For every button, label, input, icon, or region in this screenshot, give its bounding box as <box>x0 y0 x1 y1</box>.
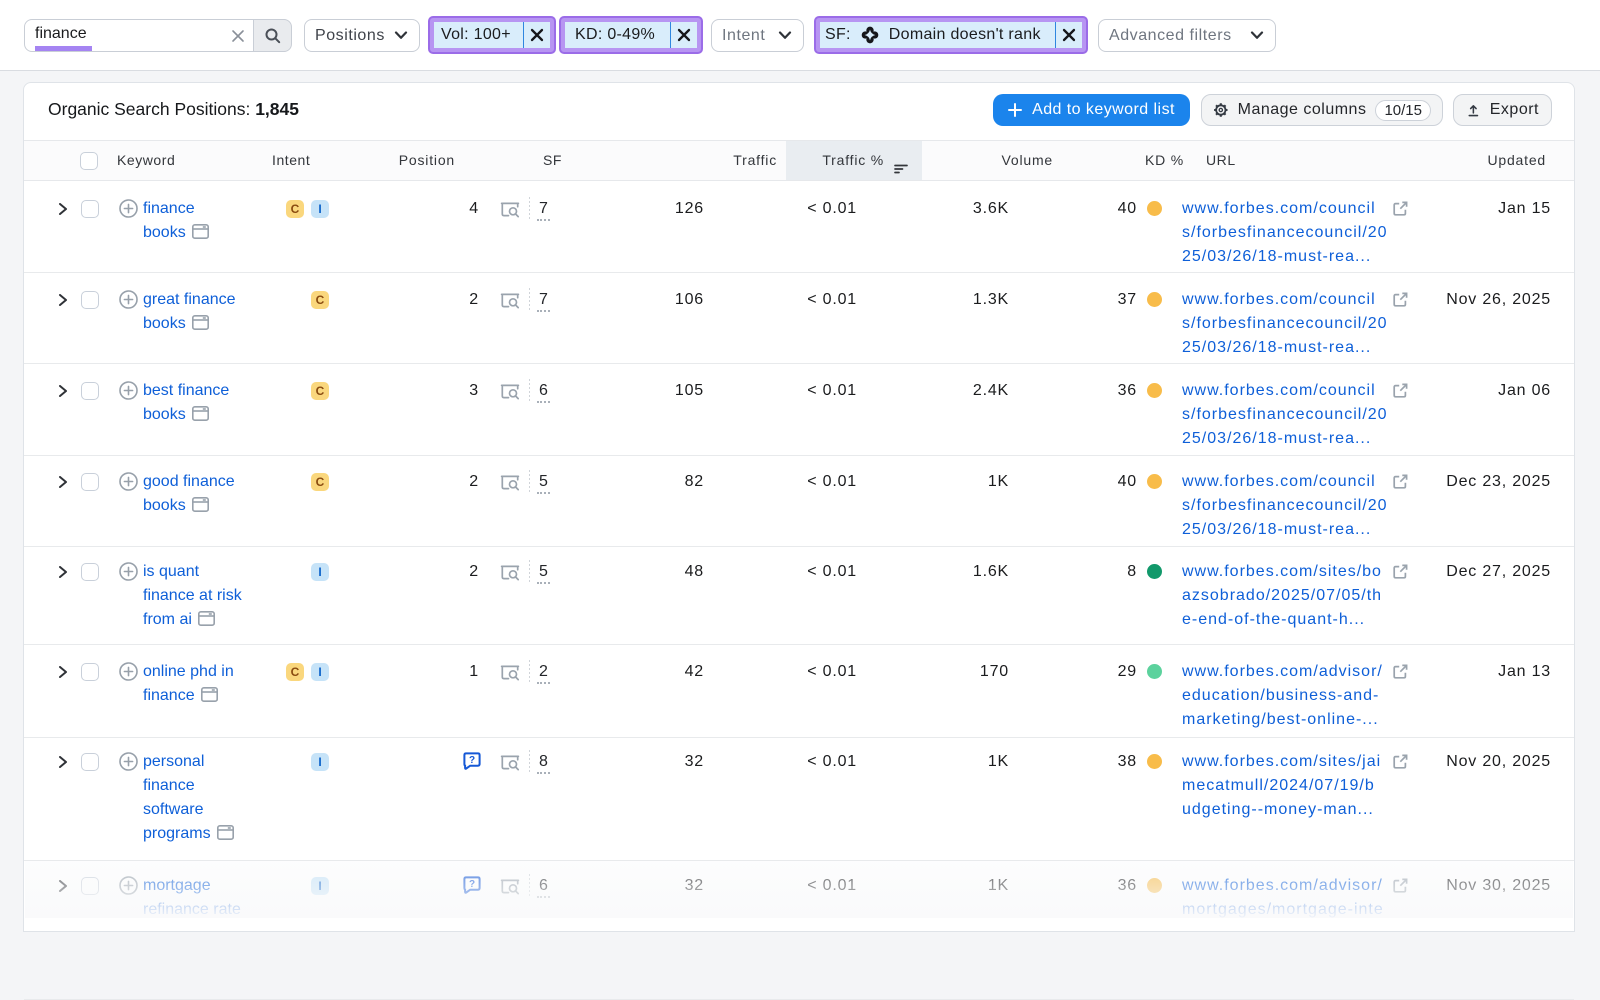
svg-text:?: ? <box>469 755 475 766</box>
